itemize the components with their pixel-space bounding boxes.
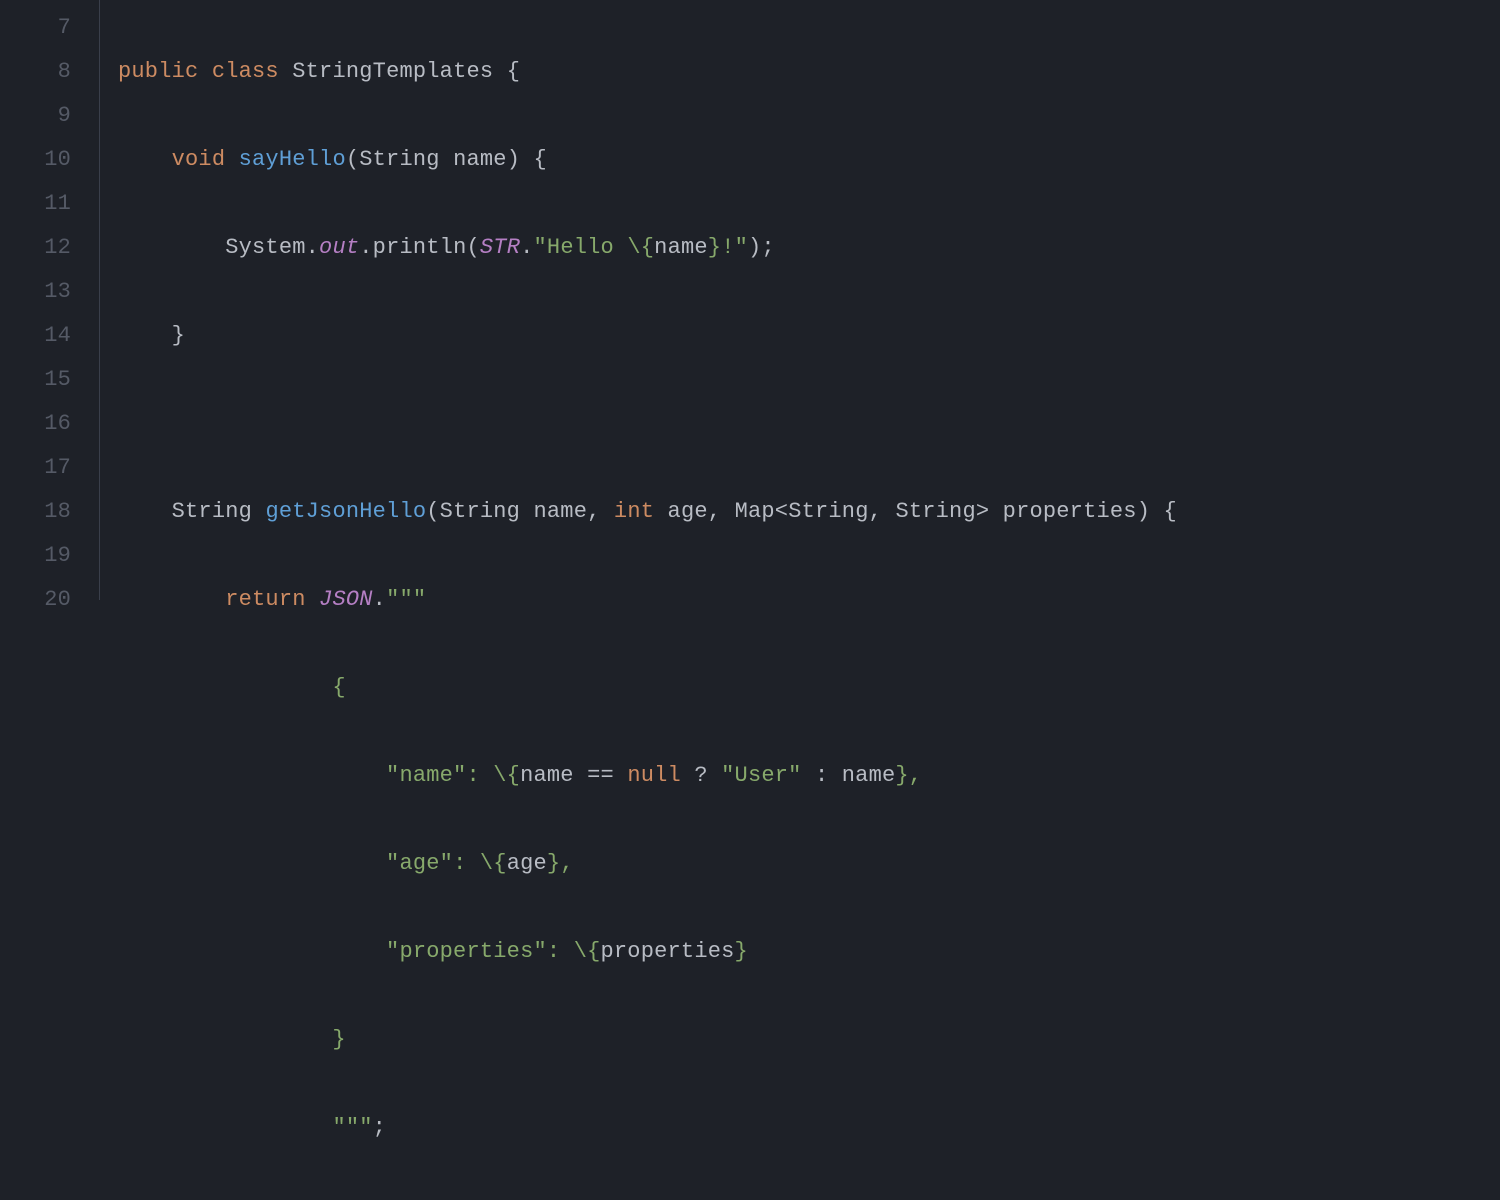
template-escape: \{ [627,235,654,260]
json-key: "age" [386,851,453,876]
code-area[interactable]: public class StringTemplates { void sayH… [100,0,1500,600]
line-number: 12 [0,226,71,270]
code-line[interactable]: """; [118,1106,1500,1150]
code-line[interactable]: "properties": \{properties} [118,930,1500,974]
type-map: Map [735,499,775,524]
code-line[interactable]: return JSON.""" [118,578,1500,622]
template-escape: } [547,851,560,876]
code-line[interactable]: void sayHello(String name) { [118,138,1500,182]
json-key: "properties" [386,939,547,964]
keyword-void: void [172,147,226,172]
method-println: println [373,235,467,260]
keyword-int: int [614,499,654,524]
line-number: 10 [0,138,71,182]
line-number: 9 [0,94,71,138]
field-out: out [319,235,359,260]
code-line[interactable]: } [118,1194,1500,1200]
code-editor[interactable]: 7 8 9 10 11 12 13 14 15 16 17 18 19 20 p… [0,0,1500,600]
line-number: 13 [0,270,71,314]
code-line[interactable]: { [118,666,1500,710]
line-number: 14 [0,314,71,358]
method-name: getJsonHello [265,499,426,524]
json-key: "name" [386,763,466,788]
line-number: 16 [0,402,71,446]
param-name: name [453,147,507,172]
class-name: StringTemplates [292,59,493,84]
line-number-gutter: 7 8 9 10 11 12 13 14 15 16 17 18 19 20 [0,0,100,600]
paren-open: ( [346,147,359,172]
param-name: name [654,235,708,260]
template-escape: } [895,763,908,788]
type-string: String [172,499,252,524]
keyword-null: null [627,763,681,788]
code-line[interactable]: System.out.println(STR."Hello \{name}!")… [118,226,1500,270]
identifier-system: System [225,235,305,260]
processor-str: STR [480,235,520,260]
string-literal: "User" [721,763,801,788]
string-literal: !" [721,235,748,260]
code-line[interactable]: } [118,1018,1500,1062]
type-string: String [359,147,439,172]
code-line[interactable]: public class StringTemplates { [118,50,1500,94]
line-number: 15 [0,358,71,402]
template-escape: } [708,235,721,260]
line-number: 7 [0,6,71,50]
code-line[interactable]: String getJsonHello(String name, int age… [118,490,1500,534]
string-triple-quote: """ [332,1115,372,1140]
template-escape: } [735,939,748,964]
brace-close: } [172,323,185,348]
brace-open: { [507,59,520,84]
line-number: 17 [0,446,71,490]
template-escape: \{ [493,763,520,788]
method-name: sayHello [239,147,346,172]
line-number: 18 [0,490,71,534]
string-literal: "Hello [534,235,628,260]
template-escape: \{ [574,939,601,964]
brace-open: { [1164,499,1177,524]
keyword-class: class [212,59,279,84]
line-number: 8 [0,50,71,94]
paren-close: ) [507,147,520,172]
line-number: 19 [0,534,71,578]
code-line[interactable] [118,402,1500,446]
code-line[interactable]: "name": \{name == null ? "User" : name}, [118,754,1500,798]
code-line[interactable]: "age": \{age}, [118,842,1500,886]
line-number: 20 [0,578,71,622]
keyword-public: public [118,59,198,84]
line-number: 11 [0,182,71,226]
brace-open: { [534,147,547,172]
code-line[interactable]: } [118,314,1500,358]
template-escape: \{ [480,851,507,876]
